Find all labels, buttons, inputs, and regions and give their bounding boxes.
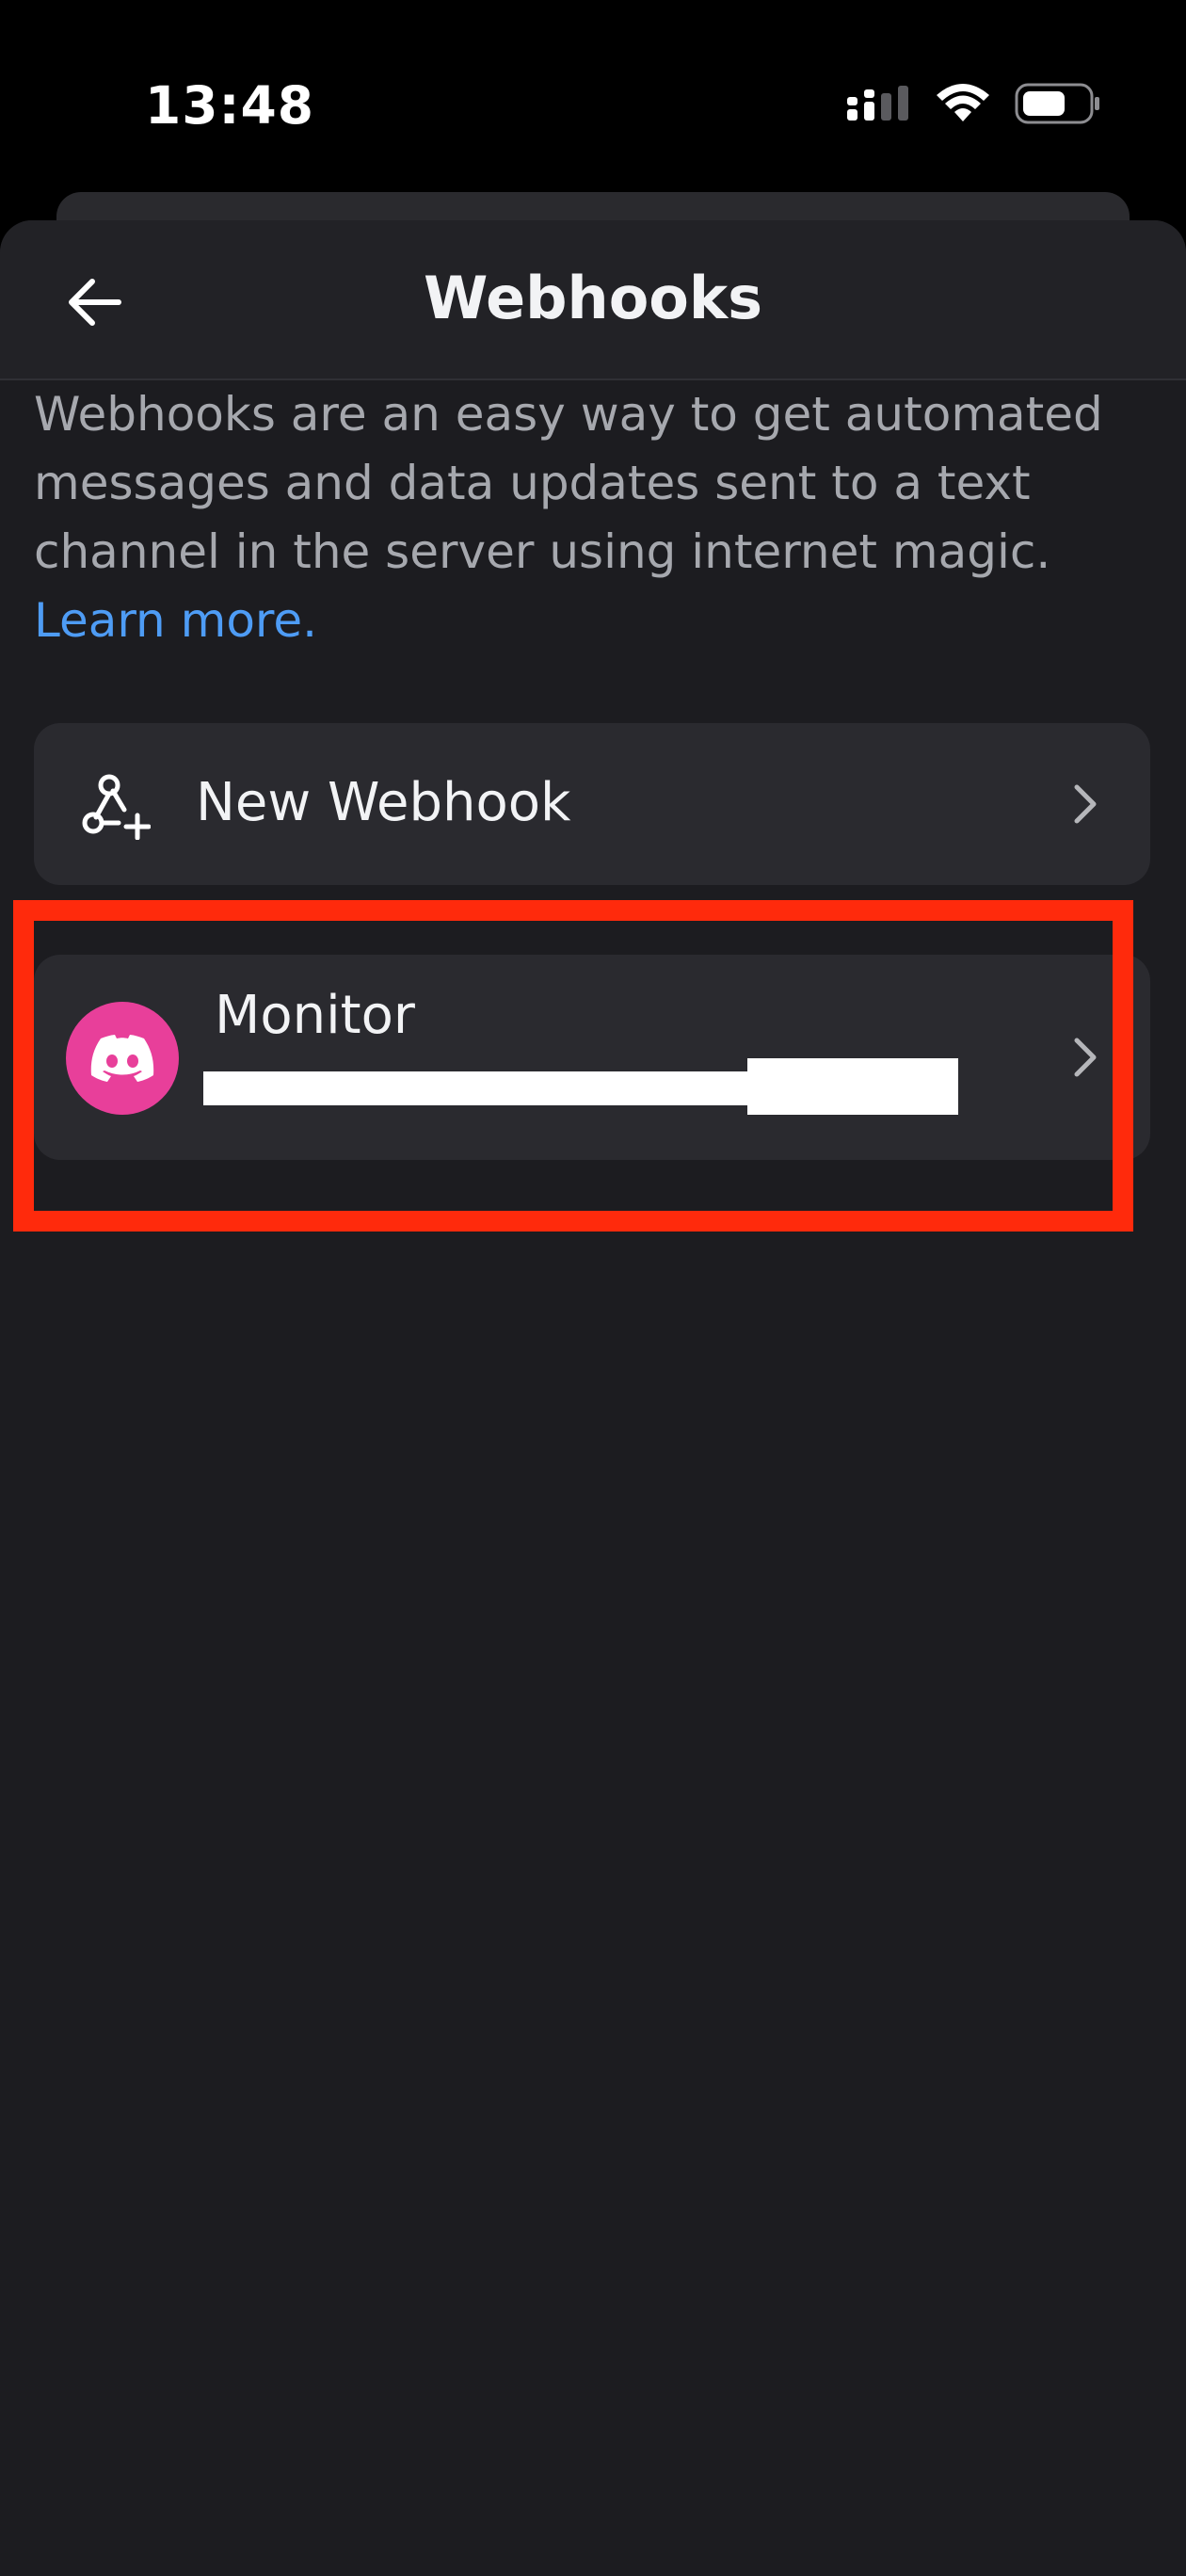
webhook-avatar xyxy=(66,1002,179,1115)
webhook-name: Monitor xyxy=(215,985,415,1046)
page-title: Webhooks xyxy=(423,264,763,332)
status-bar: 13:48 xyxy=(0,0,1186,188)
chevron-right-icon xyxy=(1074,784,1097,824)
redaction-bar xyxy=(203,1071,749,1105)
wifi-icon xyxy=(937,84,989,121)
webhooks-sheet: Webhooks Webhooks are an easy way to get… xyxy=(0,220,1186,2576)
webhook-item-monitor[interactable]: Monitor xyxy=(34,955,1150,1160)
status-icons xyxy=(845,83,1101,124)
description: Webhooks are an easy way to get automate… xyxy=(34,380,1163,655)
header: Webhooks xyxy=(0,220,1186,380)
new-webhook-label: New Webhook xyxy=(196,772,571,833)
chevron-right-icon xyxy=(1074,1038,1097,1077)
status-time: 13:48 xyxy=(145,75,315,136)
new-webhook-button[interactable]: New Webhook xyxy=(34,723,1150,885)
redaction-bar xyxy=(747,1058,958,1115)
webhook-add-icon xyxy=(81,772,152,844)
cellular-signal-icon xyxy=(847,86,908,121)
battery-icon xyxy=(1015,83,1099,124)
description-text: Webhooks are an easy way to get automate… xyxy=(34,387,1103,579)
learn-more-link[interactable]: Learn more. xyxy=(34,593,317,648)
discord-logo-icon xyxy=(90,1035,154,1082)
